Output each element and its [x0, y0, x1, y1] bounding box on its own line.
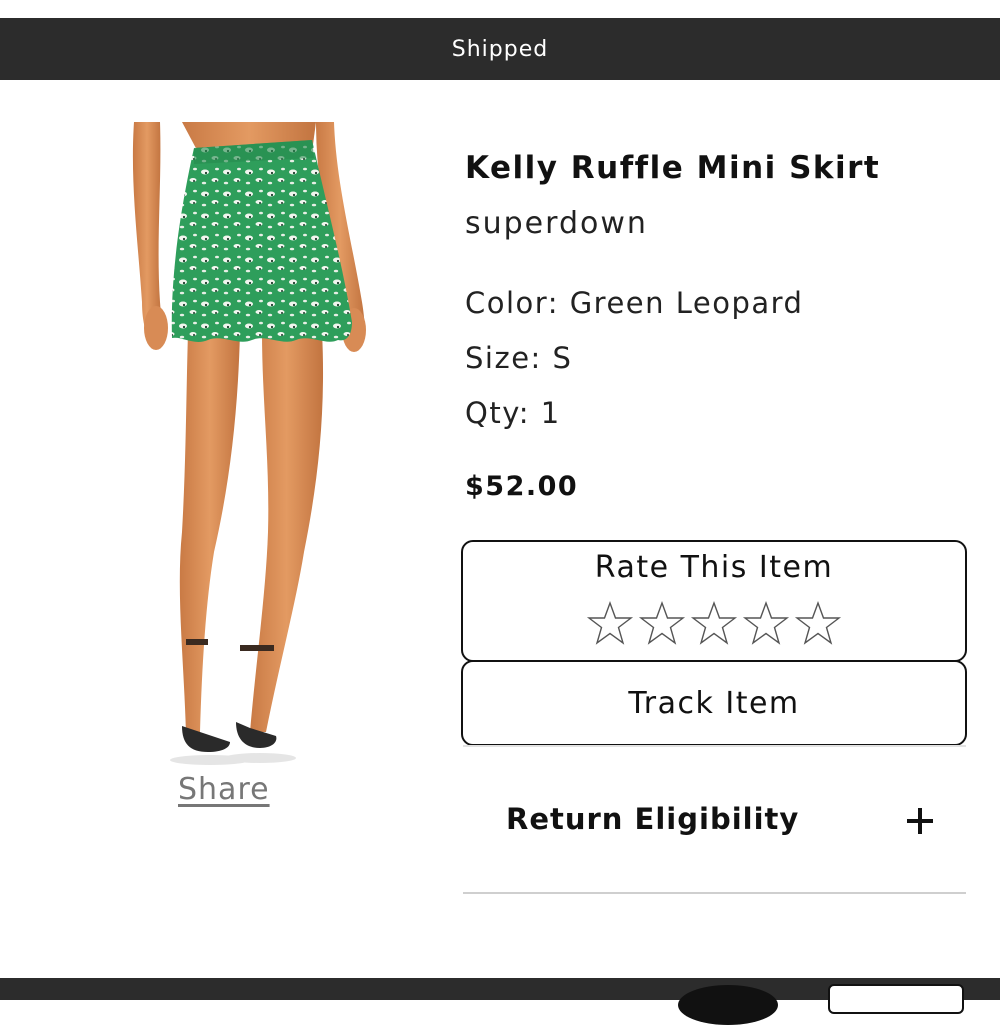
order-status-bar: Shipped — [0, 18, 1000, 80]
divider — [463, 892, 966, 894]
track-item-button[interactable]: Track Item — [461, 660, 967, 746]
top-strip — [0, 0, 1000, 18]
star-2-icon[interactable] — [638, 600, 686, 648]
bottom-floating-button[interactable] — [678, 985, 778, 1025]
product-size: Size: S — [465, 341, 573, 375]
star-1-icon[interactable] — [586, 600, 634, 648]
rate-item-panel[interactable]: Rate This Item — [461, 540, 967, 662]
rate-item-title: Rate This Item — [594, 550, 834, 585]
product-name: Kelly Ruffle Mini Skirt — [465, 150, 881, 186]
star-5-icon[interactable] — [794, 600, 842, 648]
return-eligibility-label: Return Eligibility — [506, 802, 800, 836]
star-3-icon[interactable] — [690, 600, 738, 648]
product-color: Color: Green Leopard — [465, 286, 804, 320]
star-rating[interactable] — [463, 600, 965, 648]
return-eligibility-toggle[interactable]: Return Eligibility — [463, 780, 966, 860]
product-qty: Qty: 1 — [465, 396, 561, 430]
bottom-action-button[interactable] — [828, 984, 964, 1014]
product-price: $52.00 — [465, 471, 579, 502]
plus-icon[interactable] — [907, 808, 933, 834]
product-brand: superdown — [465, 206, 648, 241]
star-4-icon[interactable] — [742, 600, 790, 648]
order-status-label: Shipped — [451, 36, 549, 62]
divider — [463, 745, 966, 747]
product-image[interactable] — [90, 122, 380, 767]
share-link[interactable]: Share — [178, 772, 270, 807]
track-item-label: Track Item — [628, 685, 800, 721]
